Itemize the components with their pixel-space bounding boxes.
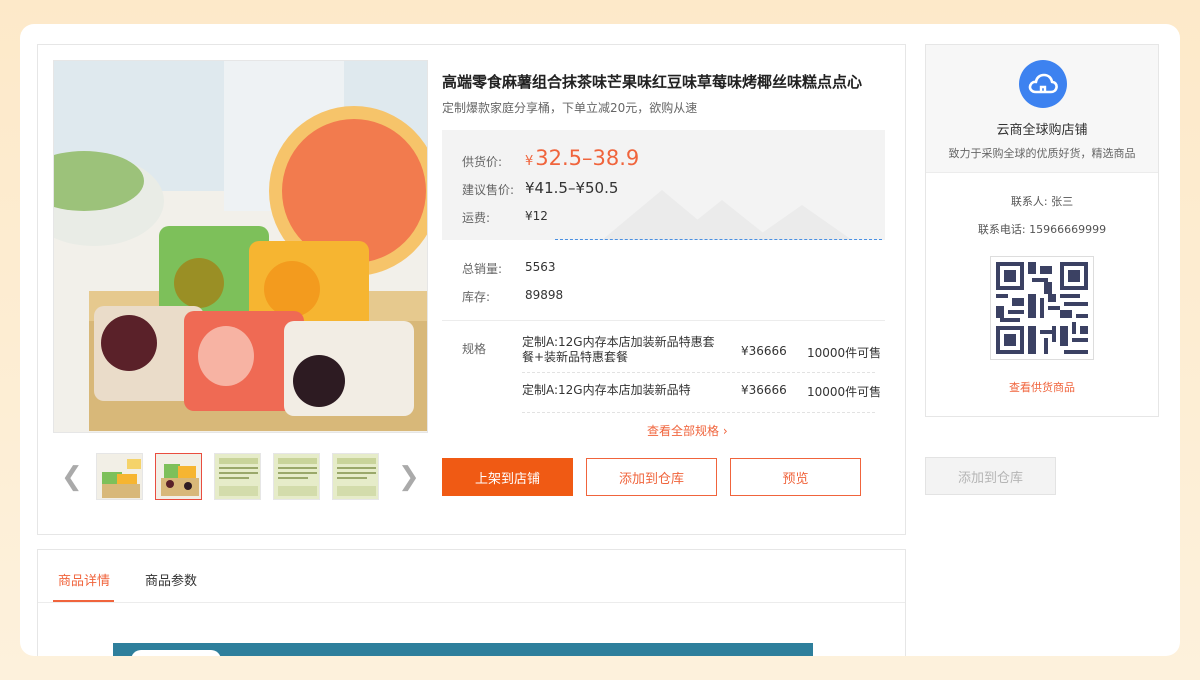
spec-stock: 10000件可售 [807, 385, 882, 399]
sales-value: 5563 [525, 260, 556, 274]
product-subtitle: 定制爆款家庭分享桶，下单立减20元，欲购从速 [442, 101, 698, 115]
product-card: ❮ ❯ 高端零食麻薯组合抹茶味芒果味红豆味草莓味烤椰丝味糕点点心 定制爆款家庭分… [37, 44, 906, 535]
supply-price: ¥32.5–38.9 [525, 146, 640, 170]
shop-contact: 联系人: 张三 [1010, 195, 1074, 208]
view-supply-goods-link[interactable]: 查看供货商品 [926, 379, 1158, 395]
product-main-image [53, 60, 428, 433]
preview-button[interactable]: 预览 [730, 458, 861, 496]
mountain-watermark-icon [602, 190, 852, 240]
spec-separator [522, 372, 875, 373]
tab-product-params[interactable]: 商品参数 [145, 570, 197, 589]
view-all-specs-link[interactable]: 查看全部规格 › [647, 422, 728, 439]
spec-stock: 10000件可售 [807, 346, 882, 360]
qr-code-icon [990, 256, 1094, 360]
spec-separator [522, 412, 875, 413]
detail-banner-image [113, 643, 813, 656]
stock-value: 89898 [525, 288, 564, 302]
thumbnail[interactable] [332, 453, 379, 500]
spec-price: ¥36666 [741, 383, 787, 397]
shipping-fee: ¥12 [525, 209, 548, 223]
spec-row[interactable]: 定制A:12G内存本店加装新品特惠套餐+装新品特惠套餐 ¥36666 10000… [522, 335, 881, 367]
cloud-icon [1019, 60, 1067, 108]
thumbnail[interactable] [214, 453, 261, 500]
spec-name: 定制A:12G内存本店加装新品特 [522, 383, 691, 397]
shop-name: 云商全球购店铺 [996, 123, 1088, 138]
chevron-right-icon: › [722, 424, 728, 438]
thumbnail[interactable] [96, 453, 143, 500]
sales-label: 总销量: [462, 262, 503, 276]
price-box-dashed-line [555, 239, 882, 240]
side-add-to-warehouse-button[interactable]: 添加到仓库 [925, 457, 1056, 495]
divider [442, 320, 885, 321]
retail-price-label: 建议售价: [462, 183, 515, 197]
price-box: 供货价: ¥32.5–38.9 建议售价: ¥41.5–¥50.5 运费: ¥1… [442, 130, 885, 240]
stock-label: 库存: [462, 290, 491, 304]
detail-tabs-card: 商品详情 商品参数 [37, 549, 906, 656]
thumb-prev-arrow-icon[interactable]: ❮ [61, 461, 83, 493]
tabs-divider [38, 602, 905, 603]
shop-header: 云商全球购店铺 致力于采购全球的优质好货，精选商品 [926, 45, 1158, 173]
spec-label: 规格 [462, 342, 487, 356]
thumbnail-strip: ❮ ❯ [53, 453, 428, 501]
shop-phone: 联系电话: 15966669999 [977, 223, 1107, 236]
thumb-next-arrow-icon[interactable]: ❯ [398, 461, 420, 493]
page-panel: ❮ ❯ 高端零食麻薯组合抹茶味芒果味红豆味草莓味烤椰丝味糕点点心 定制爆款家庭分… [20, 24, 1180, 656]
thumbnail[interactable] [273, 453, 320, 500]
add-to-warehouse-button[interactable]: 添加到仓库 [586, 458, 717, 496]
shop-card: 云商全球购店铺 致力于采购全球的优质好货，精选商品 联系人: 张三 联系电话: … [925, 44, 1159, 417]
spec-price: ¥36666 [741, 344, 787, 358]
supply-price-label: 供货价: [462, 155, 503, 169]
list-to-store-button[interactable]: 上架到店铺 [442, 458, 573, 496]
spec-name: 定制A:12G内存本店加装新品特惠套餐+装新品特惠套餐 [522, 335, 715, 364]
shop-description: 致力于采购全球的优质好货，精选商品 [948, 147, 1136, 160]
tab-product-detail[interactable]: 商品详情 [58, 570, 110, 589]
product-title: 高端零食麻薯组合抹茶味芒果味红豆味草莓味烤椰丝味糕点点心 [442, 73, 863, 91]
shipping-label: 运费: [462, 211, 491, 225]
thumbnail-active[interactable] [155, 453, 202, 500]
spec-row[interactable]: 定制A:12G内存本店加装新品特 ¥36666 10000件可售 [522, 383, 881, 399]
retail-price: ¥41.5–¥50.5 [525, 179, 619, 197]
